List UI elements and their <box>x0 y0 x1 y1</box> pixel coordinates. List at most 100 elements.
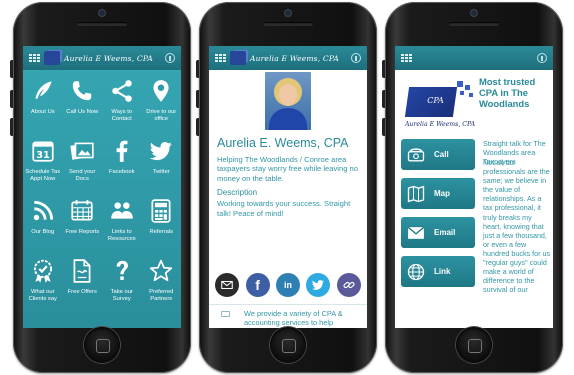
tile-ways-to-contact[interactable]: Ways to Contact <box>102 78 142 138</box>
tile-facebook[interactable]: Facebook <box>102 138 142 198</box>
tile-twitter[interactable]: Twitter <box>142 138 182 198</box>
tile-links-to-resources[interactable]: Links to Resources <box>102 198 142 258</box>
grid-menu-icon[interactable] <box>29 53 40 63</box>
tile-label: Free Reports <box>65 229 100 235</box>
services-text: We provide a variety of CPA & accounting… <box>244 309 343 327</box>
logo-cpa-text: CPA <box>427 96 444 105</box>
rss-icon <box>29 198 57 226</box>
phone-frame-contact: CPA Aurelia E Weems, CPA Most trusted CP… <box>382 2 563 373</box>
link-icon[interactable] <box>336 273 361 297</box>
tile-label: Referrals <box>149 229 174 235</box>
logo-icon <box>230 51 246 65</box>
profile-blurb: Helping The Woodlands / Conroe area taxp… <box>217 155 358 183</box>
contact-body: Not all tax professionals are the same; … <box>483 158 551 295</box>
tile-preferred-partners[interactable]: Preferred Partners <box>142 258 182 318</box>
home-button[interactable] <box>456 327 492 363</box>
phone-frame-profile: Aurelia E Weems, CPA Aurelia E. Weems, C… <box>196 2 377 373</box>
facebook-icon <box>108 138 136 166</box>
tile-drive-to-office[interactable]: Drive to our office <box>142 78 182 138</box>
email-label: Email <box>434 228 456 237</box>
map-icon <box>406 184 426 204</box>
screen-menu: Aurelia E Weems, CPA About Us Call Us No… <box>23 46 181 328</box>
tile-free-reports[interactable]: Free Reports <box>63 198 103 258</box>
tile-label: Call Us Now <box>66 109 99 115</box>
tile-send-docs[interactable]: Send your Docs <box>63 138 103 198</box>
icon-grid: About Us Call Us Now Ways to Contact Dri… <box>23 70 181 328</box>
star-icon <box>147 258 175 286</box>
contact-headline: Most trusted CPA in The Woodlands <box>479 76 536 109</box>
tile-schedule-appt[interactable]: 31 Schedule Tax Appt Now <box>23 138 63 198</box>
globe-icon <box>406 262 426 282</box>
logo-icon <box>44 51 60 65</box>
tile-take-survey[interactable]: Take our Survey <box>102 258 142 318</box>
tile-label: Take our Survey <box>110 289 133 302</box>
tile-label: Send your Docs <box>69 169 96 182</box>
app-header: Aurelia E Weems, CPA <box>209 46 367 70</box>
tile-label: Twitter <box>152 169 170 175</box>
envelope-icon <box>406 223 426 243</box>
description-text: Working towards your success. Straight t… <box>217 199 351 218</box>
profile-photo-area <box>209 70 367 132</box>
grid-menu-icon[interactable] <box>401 53 412 63</box>
info-icon[interactable] <box>351 53 361 63</box>
profile-photo <box>265 72 311 130</box>
twitter-icon[interactable] <box>306 273 331 297</box>
phone-icon <box>68 78 96 106</box>
camera <box>471 10 477 16</box>
description-heading: Description <box>217 188 258 198</box>
app-title: Aurelia E Weems, CPA <box>64 53 153 63</box>
tile-label: Free Offers <box>67 289 97 295</box>
phone-icon <box>406 145 426 165</box>
tile-label: Schedule Tax Appt Now <box>25 169 61 182</box>
tile-clients-say[interactable]: What our Clients say <box>23 258 63 318</box>
tile-free-offers[interactable]: Free Offers <box>63 258 103 318</box>
link-button[interactable]: Link <box>401 256 475 287</box>
earpiece <box>77 22 127 26</box>
map-button[interactable]: Map <box>401 178 475 209</box>
email-icon[interactable] <box>215 273 240 297</box>
document-icon <box>68 258 96 286</box>
social-bar: f in <box>209 272 367 298</box>
grid-menu-icon[interactable] <box>215 53 226 63</box>
people-icon <box>108 198 136 226</box>
tile-about-us[interactable]: About Us <box>23 78 63 138</box>
logo-name: Aurelia E Weems, CPA <box>404 121 476 128</box>
calendar-grid-icon <box>68 198 96 226</box>
calendar-icon: 31 <box>29 138 57 166</box>
tile-label: Our Blog <box>31 229 55 235</box>
camera <box>285 10 291 16</box>
services-section: We provide a variety of CPA & accounting… <box>209 304 367 328</box>
map-pin-icon <box>147 78 175 106</box>
email-button[interactable]: Email <box>401 217 475 248</box>
screen-contact: CPA Aurelia E Weems, CPA Most trusted CP… <box>395 46 553 328</box>
tile-referrals[interactable]: Referrals <box>142 198 182 258</box>
earpiece <box>263 22 313 26</box>
tile-our-blog[interactable]: Our Blog <box>23 198 63 258</box>
tile-label: About Us <box>30 109 55 115</box>
twitter-icon <box>147 138 175 166</box>
question-icon <box>108 258 136 286</box>
facebook-icon[interactable]: f <box>245 273 270 297</box>
linkedin-icon[interactable]: in <box>275 273 300 297</box>
call-button[interactable]: Call <box>401 139 475 170</box>
map-label: Map <box>434 189 450 198</box>
company-logo: CPA Aurelia E Weems, CPA <box>401 79 475 131</box>
quill-icon <box>29 78 57 106</box>
earpiece <box>449 22 499 26</box>
calculator-icon <box>147 198 175 226</box>
tile-call-us-now[interactable]: Call Us Now <box>63 78 103 138</box>
tile-label: Ways to Contact <box>111 109 133 122</box>
profile-name: Aurelia E. Weems, CPA <box>217 136 349 150</box>
tile-label: Drive to our office <box>146 109 177 122</box>
share-icon <box>108 78 136 106</box>
link-label: Link <box>434 267 451 276</box>
phone-frame-menu: Aurelia E Weems, CPA About Us Call Us No… <box>10 2 191 373</box>
home-button[interactable] <box>270 327 306 363</box>
info-icon[interactable] <box>537 53 547 63</box>
svg-text:31: 31 <box>36 150 50 161</box>
tile-label: What our Clients say <box>28 289 57 302</box>
info-icon[interactable] <box>165 53 175 63</box>
seal-icon <box>29 258 57 286</box>
home-button[interactable] <box>84 327 120 363</box>
tile-label: Facebook <box>109 169 135 175</box>
